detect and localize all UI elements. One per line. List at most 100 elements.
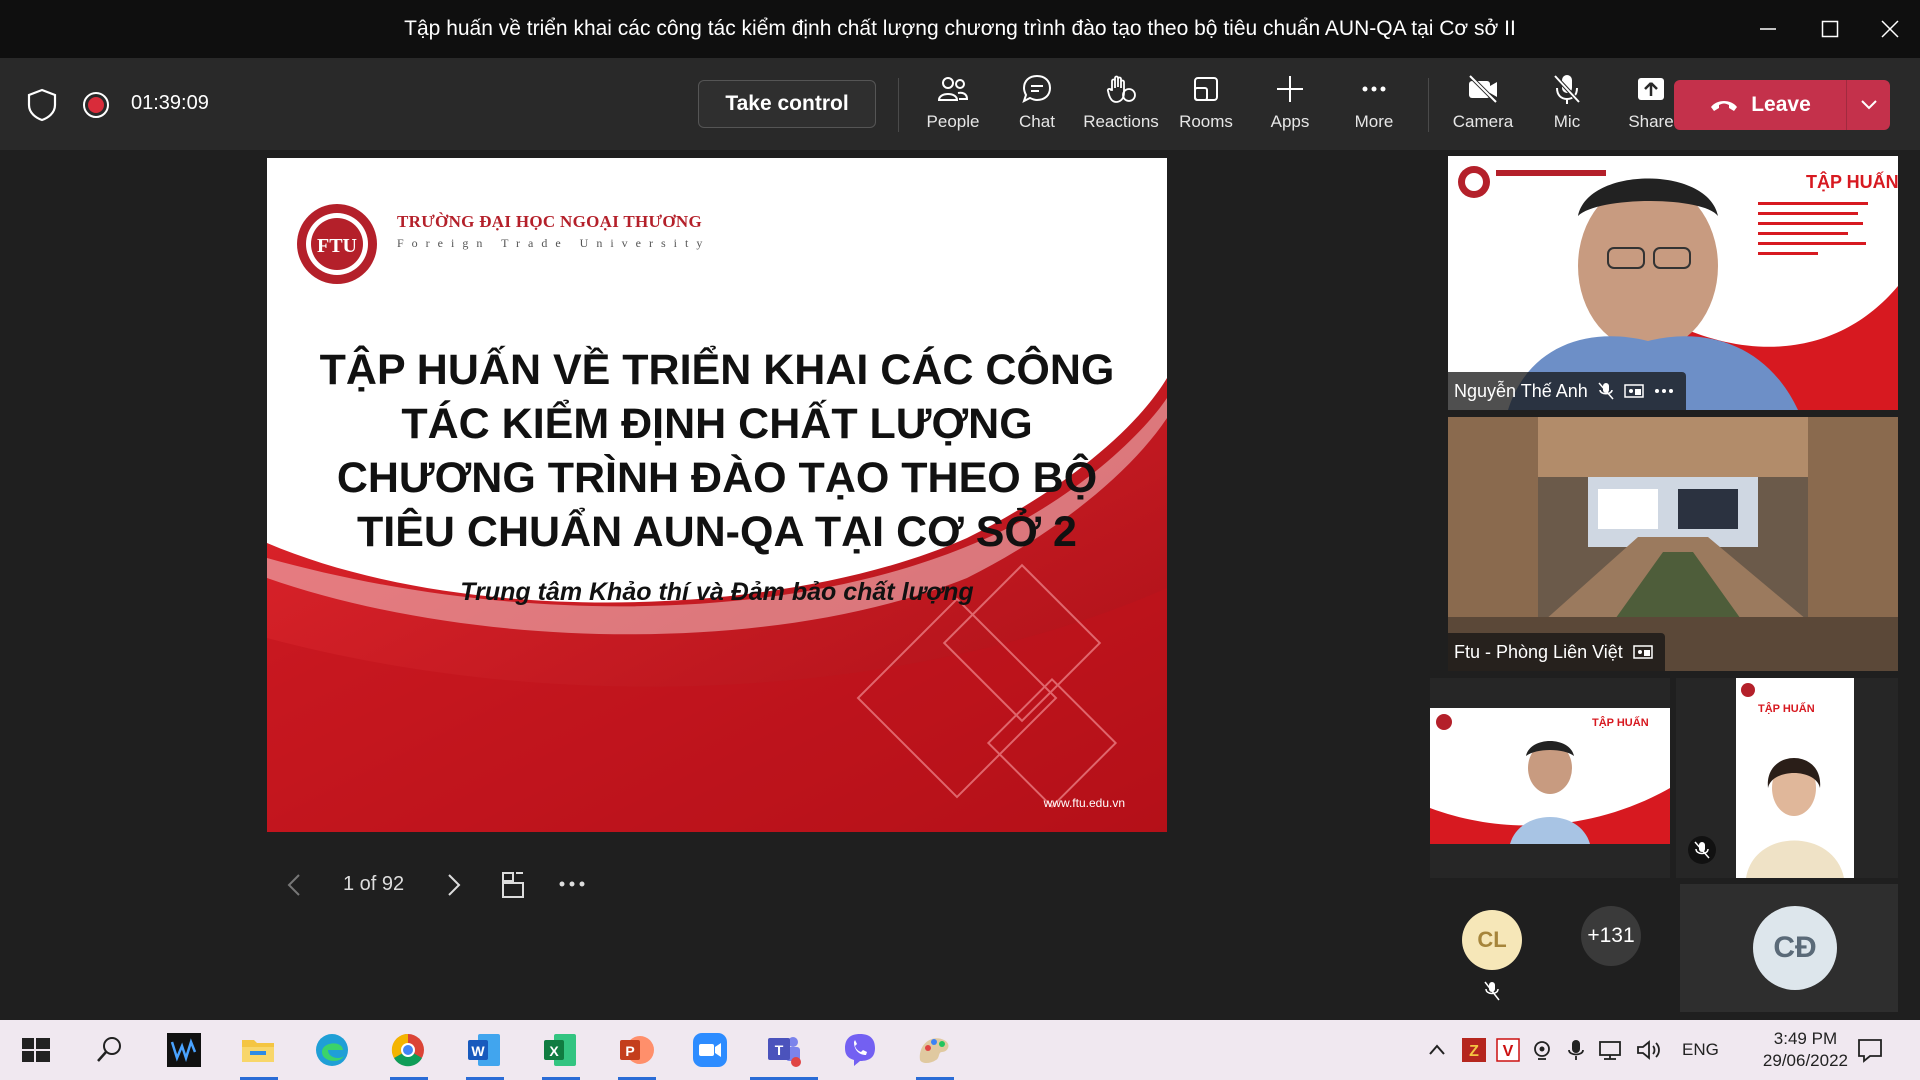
mic-button[interactable]: Mic [1527,72,1607,142]
camera-label: Camera [1452,112,1514,131]
take-control-button[interactable]: Take control [698,80,876,128]
clock-date: 29/06/2022 [1762,1051,1848,1070]
university-logo: FTU [297,204,377,284]
participant-tile[interactable]: CĐ [1680,884,1898,1012]
network-icon[interactable] [1598,1038,1624,1062]
excel-app-icon[interactable]: X [540,1030,580,1070]
leave-options-button[interactable] [1847,80,1890,130]
people-button[interactable]: People [913,72,993,142]
maximize-button[interactable] [1800,0,1860,58]
chat-icon [1022,74,1052,103]
participant-video: TẬP HUẤN [1736,678,1854,878]
word-app-icon[interactable]: W [464,1030,504,1070]
close-button[interactable] [1860,0,1920,58]
minimize-button[interactable] [1738,0,1798,58]
screen-share-icon [1624,384,1644,398]
participant-more-icon[interactable] [1654,388,1674,394]
slide-page-indicator: 1 of 92 [343,873,405,895]
slide-navigation: 1 of 92 [267,860,667,910]
participant-video-tile[interactable]: TẬP HUẤN [1676,678,1898,878]
filezilla-tray-icon[interactable]: Z [1462,1038,1486,1062]
language-indicator[interactable]: ENG [1682,1040,1719,1060]
participant-video-tile[interactable]: TẬP HUẤN [1430,678,1670,878]
viber-app-icon[interactable] [840,1030,880,1070]
chat-label: Chat [1019,112,1055,131]
webcam-tray-icon[interactable] [1530,1038,1554,1062]
reactions-icon [1106,75,1136,103]
participant-name: Nguyễn Thế Anh [1454,380,1588,401]
more-label: More [1354,112,1394,131]
windows-start-icon[interactable] [16,1030,56,1070]
apps-button[interactable]: Apps [1250,72,1330,142]
camera-button[interactable]: Camera [1443,72,1523,142]
reactions-label: Reactions [1083,112,1159,131]
university-name: TRƯỜNG ĐẠI HỌC NGOẠI THƯƠNG [397,212,702,231]
apps-icon [1277,76,1303,102]
volume-icon[interactable] [1636,1038,1662,1062]
shield-icon[interactable] [26,88,58,122]
leave-main[interactable]: Leave [1674,80,1846,130]
slide-grid-icon[interactable] [499,871,527,899]
leave-button[interactable]: Leave [1674,80,1890,130]
next-slide-icon[interactable] [447,873,461,897]
avatar[interactable]: CL [1462,910,1522,970]
rooms-label: Rooms [1179,112,1233,131]
share-label: Share [1628,112,1674,131]
leave-label: Leave [1751,93,1811,116]
more-participants-badge[interactable]: +131 [1581,906,1641,966]
window-title: Tập huấn về triển khai các công tác kiểm… [404,17,1516,40]
camera-off-icon [1468,74,1498,104]
clock-time: 3:49 PM [1773,1029,1838,1048]
search-icon[interactable] [90,1030,130,1070]
file-explorer-icon[interactable] [238,1030,278,1070]
taskbar-clock[interactable]: 3:49 PM 29/06/2022 [1763,1028,1848,1072]
minimize-icon [1760,28,1776,30]
screen-share-icon [1633,645,1653,659]
chevron-down-icon [1860,100,1877,110]
slide-more-icon[interactable] [557,874,587,894]
windows-taskbar: W X P T Z V ENG 3:49 PM 29/06/2022 [0,1020,1920,1080]
notification-center-icon[interactable] [1856,1036,1884,1064]
slide-headline: TẬP HUẤN VỀ TRIỂN KHAI CÁC CÔNG TÁC KIỂM… [319,346,1115,556]
more-button[interactable]: More [1334,72,1414,142]
people-icon [937,77,969,101]
shared-slide: FTU TRƯỜNG ĐẠI HỌC NGOẠI THƯƠNG Foreign … [267,158,1167,832]
mic-off-icon [1598,382,1614,400]
participant-name-chip: Ftu - Phòng Liên Việt [1448,633,1665,671]
zoom-app-icon[interactable] [690,1030,730,1070]
phone-hangup-icon [1711,101,1738,111]
mic-off-icon [1688,836,1716,864]
svg-text:W: W [471,1043,485,1059]
more-icon [1362,86,1386,92]
vietkey-tray-icon[interactable]: V [1496,1038,1520,1062]
close-icon [1881,20,1899,38]
teams-app-icon[interactable]: T [764,1030,804,1070]
toolbar-divider [1428,78,1429,132]
rooms-icon [1194,77,1218,101]
participant-video: TẬP HUẤN [1430,708,1670,844]
tile-slide-title: TẬP HUẤN [1806,171,1898,192]
microphone-tray-icon[interactable] [1564,1038,1588,1062]
mic-label: Mic [1553,112,1581,131]
chrome-browser-icon[interactable] [388,1030,428,1070]
paint-app-icon[interactable] [914,1030,954,1070]
waves-app-icon[interactable] [164,1030,204,1070]
previous-slide-icon[interactable] [287,873,301,897]
mic-off-icon [1553,74,1581,104]
participant-name: Ftu - Phòng Liên Việt [1454,641,1623,662]
reactions-button[interactable]: Reactions [1081,72,1161,142]
edge-browser-icon[interactable] [312,1030,352,1070]
chat-button[interactable]: Chat [997,72,1077,142]
participant-video-tile[interactable]: TẬP HUẤN Nguyễn Thế Anh [1448,156,1898,410]
powerpoint-app-icon[interactable]: P [616,1030,656,1070]
participant-name-chip: Nguyễn Thế Anh [1448,372,1686,410]
svg-text:X: X [549,1043,559,1059]
rooms-button[interactable]: Rooms [1166,72,1246,142]
meeting-timer: 01:39:09 [131,92,209,114]
title-bar: Tập huấn về triển khai các công tác kiểm… [0,0,1920,58]
chevron-up-icon[interactable] [1428,1042,1446,1056]
participant-video-tile[interactable]: Ftu - Phòng Liên Việt [1448,417,1898,671]
svg-text:V: V [1503,1043,1514,1060]
university-english-name: Foreign Trade University [397,236,711,250]
recording-icon [83,92,109,118]
